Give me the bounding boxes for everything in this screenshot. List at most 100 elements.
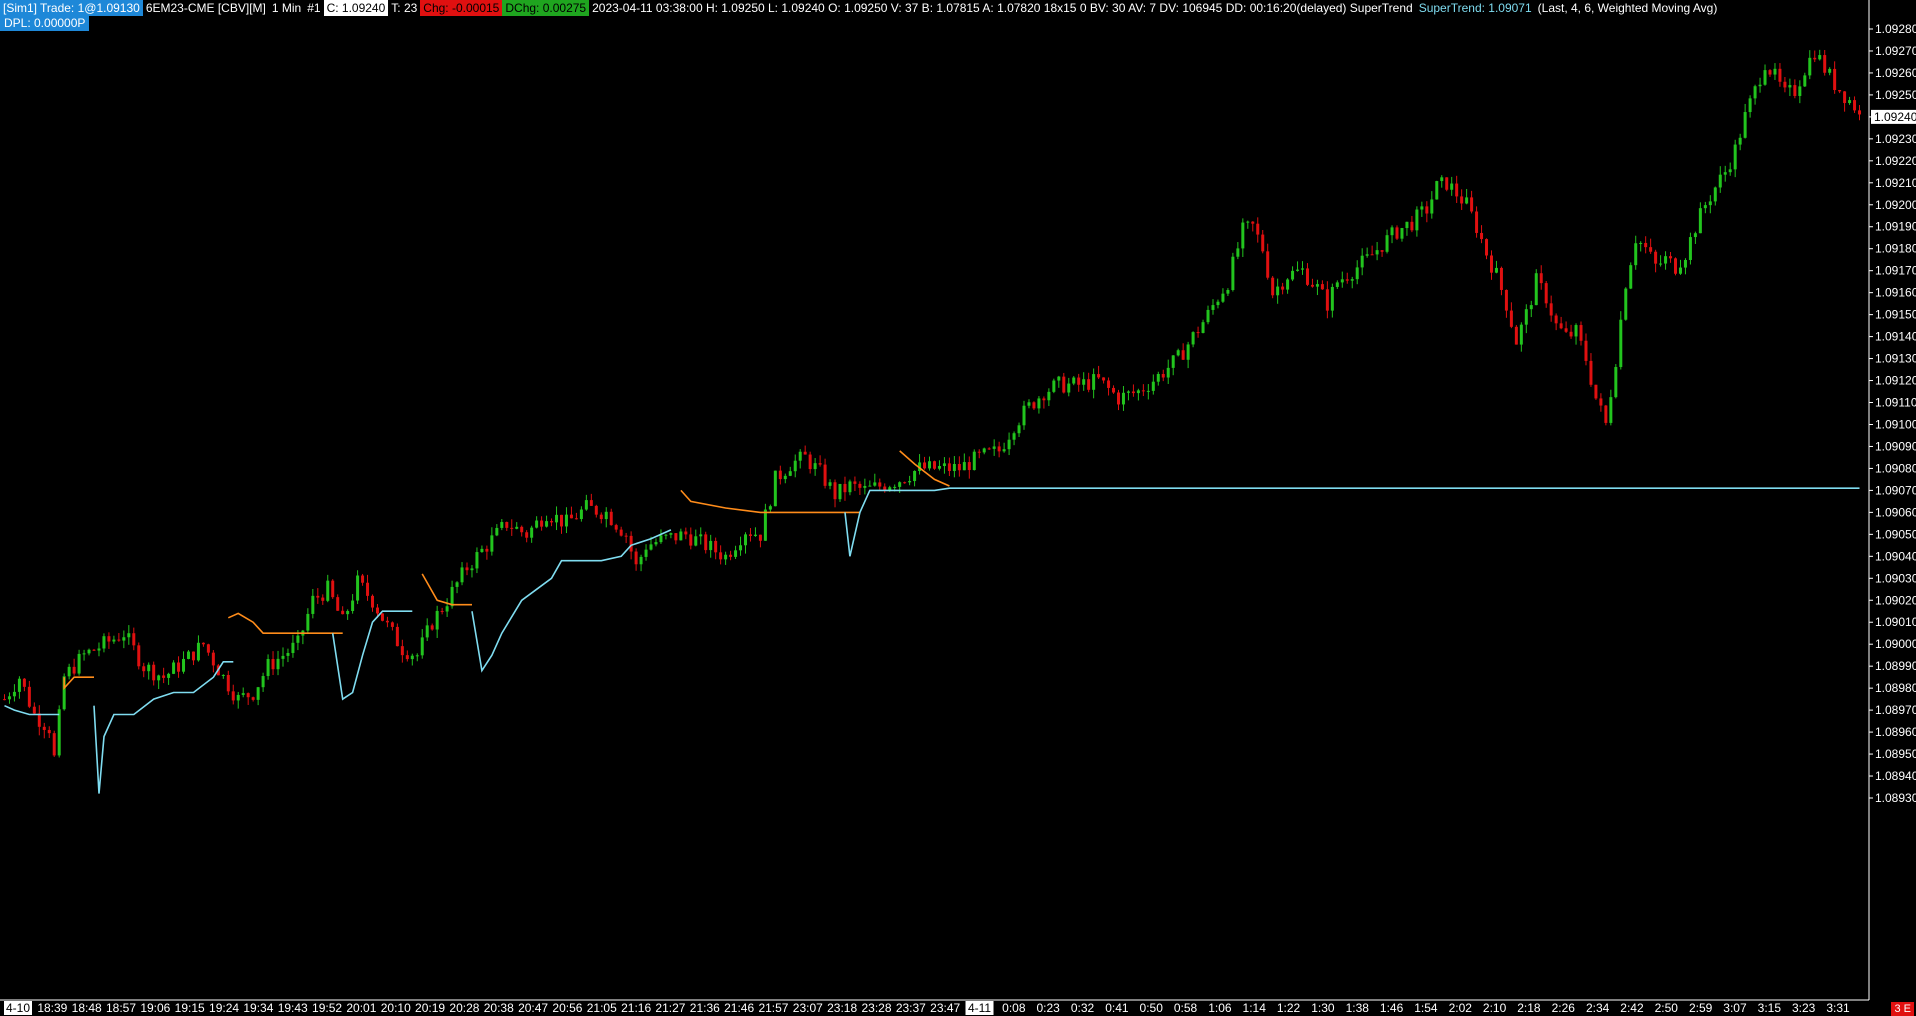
candle-body — [385, 620, 389, 623]
time-label: 19:24 — [209, 1001, 239, 1015]
candle-body — [1151, 381, 1155, 391]
price-label: 1.08940 — [1875, 769, 1916, 783]
daily-change-value: DChg: 0.00275 — [502, 0, 590, 16]
time-label: 20:47 — [518, 1001, 548, 1015]
dpl-badge: DPL: 0.00000P — [0, 16, 90, 31]
candle-body — [1624, 288, 1628, 320]
candle-body — [291, 642, 295, 654]
candle-body — [1291, 270, 1295, 280]
time-label: 2:59 — [1689, 1001, 1713, 1015]
candle-body — [450, 586, 454, 607]
candle-body — [1231, 256, 1235, 290]
price-label: 1.09020 — [1875, 593, 1916, 607]
candle-body — [1584, 340, 1588, 361]
candle-body — [1574, 325, 1578, 337]
candle-body — [644, 549, 648, 557]
candle-body — [843, 483, 847, 493]
time-label: 19:06 — [140, 1001, 170, 1015]
candle-body — [1141, 390, 1145, 392]
time-label: 21:57 — [758, 1001, 788, 1015]
candle-body — [1504, 289, 1508, 311]
candle-body — [485, 548, 489, 552]
candle-body — [1206, 309, 1210, 323]
candle-body — [1669, 256, 1673, 259]
candle-body — [1728, 169, 1732, 173]
candle-body — [1037, 398, 1041, 409]
candle-body — [1107, 380, 1111, 388]
candle-body — [460, 567, 464, 583]
candle-body — [1509, 310, 1513, 327]
candle-body — [356, 575, 360, 601]
candle-body — [1594, 384, 1598, 399]
candle-body — [579, 509, 583, 520]
trade-info[interactable]: Trade: 1@1.09130 — [37, 0, 143, 16]
candle-body — [326, 580, 330, 601]
interval-label[interactable]: 1 Min — [269, 0, 304, 16]
price-label: 1.09220 — [1875, 154, 1916, 168]
candle-body — [1186, 344, 1190, 360]
candle-body — [669, 533, 673, 535]
sim-account-badge[interactable]: [Sim1] — [0, 0, 41, 16]
candle-body — [42, 726, 46, 730]
candle-body — [584, 500, 588, 510]
candle-body — [1116, 392, 1120, 405]
candle-body — [525, 532, 529, 538]
candle-body — [1166, 367, 1170, 378]
time-label: 4-10 — [6, 1001, 30, 1015]
candle-body — [1534, 273, 1538, 306]
candle-body — [763, 509, 767, 541]
time-label: 1:46 — [1380, 1001, 1404, 1015]
candle-body — [1489, 255, 1493, 273]
candle-body — [1251, 221, 1255, 224]
candle-body — [1544, 283, 1548, 304]
symbol-label[interactable]: 6EM23-CME [CBV][M] — [143, 0, 269, 16]
candle-body — [77, 653, 81, 674]
candle-body — [246, 693, 250, 698]
candle-body — [624, 535, 628, 537]
candle-body — [1480, 232, 1484, 240]
candle-body — [1161, 373, 1165, 378]
candle-body — [778, 470, 782, 480]
candle-body — [1539, 273, 1543, 284]
candle-body — [823, 464, 827, 486]
candle-body — [1082, 379, 1086, 385]
candle-body — [1216, 301, 1220, 306]
candle-body — [97, 648, 101, 651]
candle-body — [634, 551, 638, 565]
candle-body — [1470, 197, 1474, 212]
candle-body — [1818, 55, 1822, 60]
candle-body — [186, 651, 190, 659]
candle-body — [1261, 234, 1265, 252]
candle-body — [1017, 425, 1021, 434]
candle-body — [1405, 221, 1409, 229]
candle-body — [32, 706, 36, 714]
candle-body — [1440, 177, 1444, 182]
candle-body — [162, 675, 166, 678]
candle-body — [748, 534, 752, 536]
candle-body — [619, 529, 623, 536]
candle-body — [410, 655, 414, 660]
time-label: 0:23 — [1037, 1001, 1061, 1015]
time-label: 19:15 — [175, 1001, 205, 1015]
candle-body — [599, 514, 603, 520]
candle-body — [932, 461, 936, 469]
candle-body — [1102, 377, 1106, 381]
candle-body — [1450, 183, 1454, 190]
candle-body — [1052, 380, 1056, 392]
candle-body — [1077, 377, 1081, 385]
price-chart[interactable]: 1.09280 1.09270 1.09260 1.09250 1.09240 1.092… — [0, 0, 1916, 1016]
candle-body — [400, 646, 404, 656]
candle-body — [480, 548, 484, 553]
candle-body — [1494, 267, 1498, 273]
candle-body — [1524, 309, 1528, 325]
price-label: 1.09130 — [1875, 352, 1916, 366]
candle-body — [1838, 90, 1842, 92]
candle-body — [1425, 206, 1429, 214]
candle-body — [1400, 228, 1404, 239]
chart-background — [0, 0, 1916, 1016]
candle-body — [1047, 391, 1051, 401]
candle-body — [505, 522, 509, 528]
candle-body — [1649, 247, 1653, 252]
status-badge[interactable]: 3 E — [1891, 1002, 1914, 1016]
candle-body — [1410, 221, 1414, 231]
